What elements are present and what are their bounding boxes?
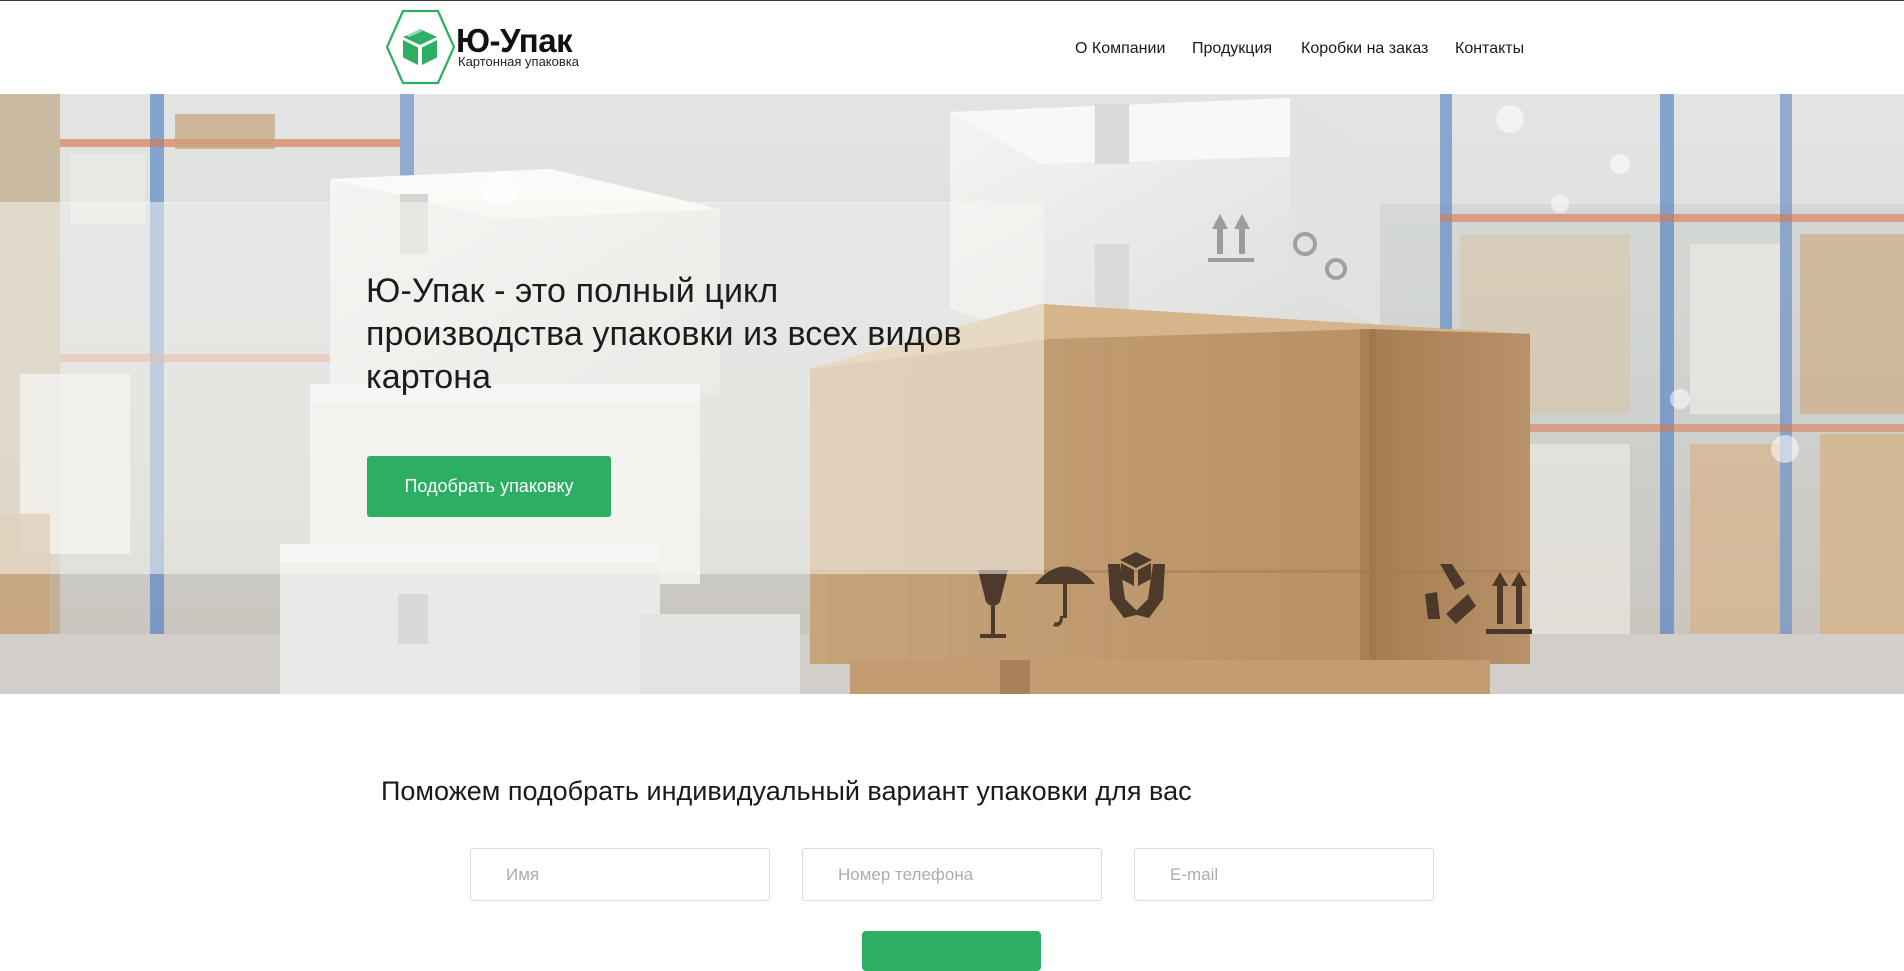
submit-button[interactable]	[862, 931, 1041, 971]
email-field[interactable]	[1134, 848, 1434, 901]
nav-item-contacts[interactable]: Контакты	[1455, 39, 1524, 59]
hero-section: Ю-Упак - это полный цикл производства уп…	[0, 94, 1904, 694]
phone-field[interactable]	[802, 848, 1102, 901]
request-form-section: Поможем подобрать индивидуальный вариант…	[0, 694, 1904, 971]
logo-link[interactable]: Ю-Упак Картонная упаковка	[383, 9, 583, 85]
box-hexagon-icon	[385, 9, 455, 85]
nav-item-custom-boxes[interactable]: Коробки на заказ	[1301, 39, 1428, 59]
logo-tagline: Картонная упаковка	[458, 54, 579, 69]
form-heading: Поможем подобрать индивидуальный вариант…	[381, 776, 1192, 806]
site-header: Ю-Упак Картонная упаковка О Компании Про…	[0, 0, 1904, 94]
hero-title: Ю-Упак - это полный цикл производства уп…	[366, 272, 962, 396]
name-field[interactable]	[470, 848, 770, 901]
nav-item-products[interactable]: Продукция	[1192, 39, 1272, 59]
choose-packaging-button[interactable]: Подобрать упаковку	[367, 456, 611, 517]
nav-item-about[interactable]: О Компании	[1075, 39, 1165, 59]
